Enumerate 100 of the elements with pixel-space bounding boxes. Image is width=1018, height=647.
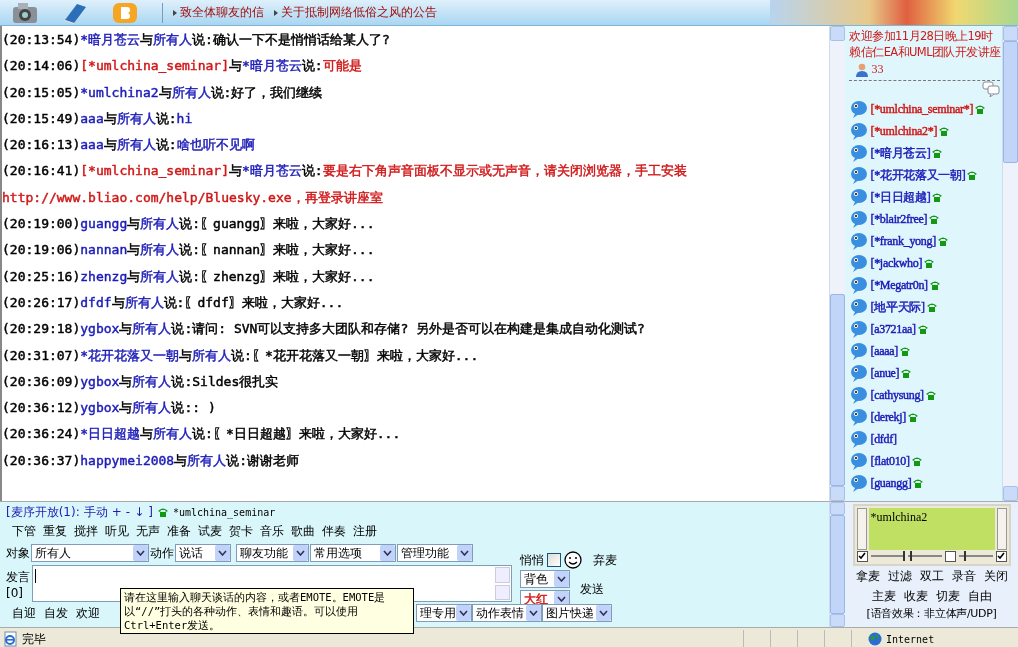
user-name[interactable]: [flat010] [870, 453, 910, 469]
user-name[interactable]: [cathysung] [870, 387, 924, 403]
user-name[interactable]: [*jackwho] [870, 255, 923, 271]
fish-avatar-icon [849, 430, 870, 448]
speak-label: 发言 [6, 569, 30, 586]
mic-queue-control[interactable]: ↓ [134, 505, 145, 519]
action-button[interactable]: 歌曲 [291, 522, 315, 540]
chat-message: (20:36:09)ygbox与所有人说:Sildes很扎实 [2, 372, 280, 391]
user-name[interactable]: [*umlchina_seminar*] [870, 101, 974, 117]
voice-checkbox[interactable] [944, 550, 956, 562]
menu-dropdown[interactable]: 常用选项 [310, 544, 396, 562]
voice-button[interactable]: 录音 [951, 567, 976, 585]
target-label: 对象 [6, 544, 30, 562]
smiley-icon[interactable] [564, 551, 582, 569]
action-button[interactable]: 注册 [353, 522, 377, 540]
voice-button[interactable]: 自由 [967, 587, 992, 605]
voice-button[interactable]: 收麦 [903, 587, 928, 605]
action-button[interactable]: 听见 [105, 522, 129, 540]
action-button[interactable]: 试麦 [198, 522, 222, 540]
scrollbar[interactable] [829, 502, 846, 627]
action-button[interactable]: 重复 [43, 522, 67, 540]
fish-avatar-icon [849, 298, 870, 316]
chat-message: http://www.bliao.com/help/Bluesky.exe，再登录讲座室 [2, 188, 384, 207]
user-name[interactable]: [*花开花落又一朝] [870, 167, 966, 183]
menu-dropdown[interactable]: 聊友功能 [236, 544, 309, 562]
chat-message: (20:15:05)*umlchina2与所有人说:好了，我们继续 [2, 83, 324, 102]
room-title: 欢迎参加11月28日晚上19时赖信仁EA和UML团队开发讲座 [849, 28, 1002, 60]
quick-button[interactable]: 欢迎 [76, 604, 100, 622]
chat-message: (20:31:07)*花开花落又一朝与所有人说:〖*花开花落又一朝〗来啦，大家好... [2, 346, 480, 365]
voice-button[interactable]: 关闭 [983, 567, 1008, 585]
chevron-down-icon [557, 576, 566, 582]
action-button[interactable]: 音乐 [260, 522, 284, 540]
action-button[interactable]: 准备 [167, 522, 191, 540]
user-name[interactable]: [*日日超越] [870, 189, 931, 205]
user-name[interactable]: [a3721aa] [870, 321, 916, 337]
voice-effect-label: [语音效果：非立体声/UDP] [866, 606, 997, 621]
user-name[interactable]: [地平天际] [870, 299, 925, 315]
scrollbar[interactable] [1002, 26, 1018, 501]
action-button[interactable]: 无声 [136, 522, 160, 540]
voice-button[interactable]: 双工 [919, 567, 944, 585]
mic-mode-link[interactable]: 手动 [83, 503, 108, 521]
user-name[interactable]: [*Megatr0n] [870, 277, 928, 293]
voice-button[interactable]: 主麦 [871, 587, 896, 605]
chat-message: (20:25:16)zhenzg与所有人说:〖zhenzg〗来啦，大家好... [2, 267, 376, 286]
action-dropdown[interactable]: 说话 [175, 544, 231, 562]
fish-avatar-icon [849, 254, 870, 272]
whisper-label: 悄悄 [520, 551, 544, 569]
target-dropdown[interactable]: 所有人 [31, 544, 149, 562]
chat-message: (20:16:13)aaa与所有人说:啥也听不见啊 [2, 136, 256, 155]
user-name[interactable]: [*frank_yong] [870, 233, 936, 249]
fish-avatar-icon [849, 386, 870, 404]
fish-avatar-icon [849, 210, 870, 228]
send-button[interactable]: 发送 [580, 580, 604, 598]
status-text: 完毕 [22, 630, 46, 647]
chevron-down-icon [599, 610, 608, 616]
action-button[interactable]: 下管 [12, 522, 36, 540]
fish-avatar-icon [849, 276, 870, 294]
menu-dropdown[interactable]: 图片快递 [542, 604, 612, 622]
notice-link[interactable]: 关于抵制网络低俗之风的公告 [274, 4, 437, 21]
notice-link[interactable]: 致全体聊友的信 [173, 4, 264, 21]
voice-button[interactable]: 拿麦 [855, 567, 880, 585]
letter-tile-icon[interactable] [112, 1, 138, 24]
book-icon[interactable] [62, 1, 88, 24]
menu-dropdown[interactable]: 理专用 [416, 604, 472, 622]
chat-message: (20:36:12)ygbox与所有人说:: ) [2, 399, 217, 418]
give-up-mic-button[interactable]: 弃麦 [593, 551, 617, 569]
camera-icon[interactable] [12, 1, 38, 24]
user-name[interactable]: [anue] [870, 365, 900, 381]
chevron-down-icon [218, 550, 227, 556]
user-name[interactable]: [*暗月苍云] [870, 145, 931, 161]
voice-checkbox[interactable] [856, 550, 868, 562]
fish-avatar-icon [849, 122, 870, 140]
chevron-down-icon [296, 550, 305, 556]
action-button[interactable]: 伴奏 [322, 522, 346, 540]
chat-message: (20:26:17)dfdf与所有人说:〖dfdf〗来啦，大家好... [2, 293, 345, 312]
voice-checkbox[interactable] [995, 550, 1007, 562]
user-name[interactable]: [*umlchina2*] [870, 123, 938, 139]
scrollbar[interactable] [829, 26, 846, 501]
menu-dropdown[interactable]: 动作表情 [472, 604, 542, 622]
background-color-dropdown[interactable]: 背色 [520, 570, 570, 588]
quick-button[interactable]: 自迎 [12, 604, 36, 622]
chat-message: (20:16:41)[*umlchina_seminar]与*暗月苍云说:要是右下角声音面板不显示或无声音，请关闭浏览器，手工安装 [2, 162, 688, 181]
whisper-checkbox[interactable] [547, 553, 561, 567]
fish-avatar-icon [849, 188, 870, 206]
action-button[interactable]: 贺卡 [229, 522, 253, 540]
menu-dropdown[interactable]: 管理功能 [397, 544, 473, 562]
quick-button[interactable]: 自发 [44, 604, 68, 622]
chat-message: (20:19:00)guangg与所有人说:〖guangg〗来啦，大家好... [2, 215, 376, 234]
voice-button[interactable]: 切麦 [935, 587, 960, 605]
user-name[interactable]: [*blair2free] [870, 211, 928, 227]
user-name[interactable]: [derekj] [870, 409, 907, 425]
action-button[interactable]: 搅拌 [74, 522, 98, 540]
mic-queue-bracket: ] [148, 505, 153, 519]
user-name[interactable]: [guangg] [870, 475, 912, 491]
fish-avatar-icon [849, 408, 870, 426]
user-name[interactable]: [aaaa] [870, 343, 898, 359]
mic-queue-control[interactable]: - [125, 505, 131, 519]
user-name[interactable]: [dfdf] [870, 431, 897, 447]
voice-button[interactable]: 过滤 [887, 567, 912, 585]
mic-queue-control[interactable]: + [111, 505, 122, 519]
